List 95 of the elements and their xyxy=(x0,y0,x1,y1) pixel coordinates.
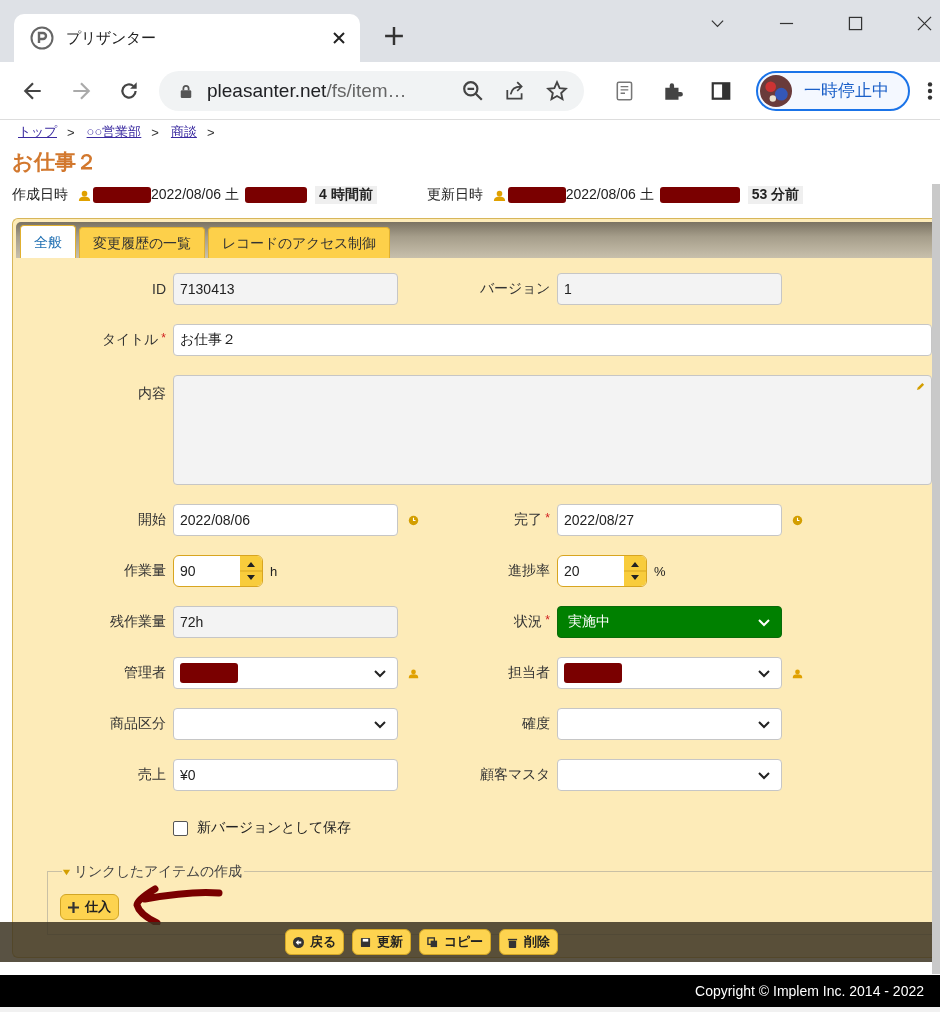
copyright-text: Copyright © Implem Inc. 2014 - 2022 xyxy=(695,983,924,999)
user-icon xyxy=(78,188,91,202)
readonly-field: 72h xyxy=(173,606,398,638)
copy-icon xyxy=(426,936,438,948)
chevron-icon xyxy=(757,616,771,628)
back-button[interactable]: 戻る xyxy=(284,929,344,955)
breadcrumb-link[interactable]: トップ xyxy=(18,123,57,141)
chevron-icon xyxy=(757,667,771,679)
dropdown-value: 実施中 xyxy=(568,613,611,631)
profile-button[interactable]: 一時停止中 xyxy=(756,70,910,111)
menu-icon[interactable] xyxy=(926,79,934,102)
unit-label: h xyxy=(270,563,278,579)
copy-button[interactable]: コピー xyxy=(418,929,491,955)
input-field[interactable]: ¥0 xyxy=(173,759,398,791)
tab[interactable]: 全般 xyxy=(20,225,76,258)
tab[interactable]: 変更履歴の一覧 xyxy=(79,227,205,258)
plus-icon xyxy=(68,901,79,913)
meta-date: 2022/08/06 土 xyxy=(565,186,654,204)
field-label: 残作業量 xyxy=(110,613,166,629)
field-label: 開始 xyxy=(138,511,166,527)
date-field[interactable]: 2022/08/06 xyxy=(173,504,398,536)
dropdown[interactable]: 実施中 xyxy=(557,606,782,638)
field-label: 内容 xyxy=(138,385,166,401)
chevron-icon xyxy=(373,718,387,730)
add-button[interactable]: 仕入 xyxy=(60,894,119,920)
browser-tab[interactable]: プリザンター xyxy=(14,14,360,62)
redaction-mark xyxy=(244,187,307,203)
new-tab-icon[interactable] xyxy=(384,26,404,46)
breadcrumb-link[interactable]: 商談 xyxy=(170,123,197,141)
address-bar[interactable]: pleasanter.net/fs/item… xyxy=(159,70,584,111)
field-label: 管理者 xyxy=(124,664,166,680)
close-icon[interactable] xyxy=(917,16,932,31)
close-icon[interactable] xyxy=(332,31,346,45)
side-panel-icon[interactable] xyxy=(710,79,732,102)
star-icon[interactable] xyxy=(546,79,568,102)
redaction-mark xyxy=(507,187,566,203)
field-label: 進捗率 xyxy=(508,562,550,578)
dropdown[interactable] xyxy=(557,657,782,689)
meta-label: 作成日時 xyxy=(12,186,68,204)
number-spinner[interactable]: 90 xyxy=(173,555,263,587)
update-button[interactable]: 更新 xyxy=(351,929,411,955)
field-label: 担当者 xyxy=(508,664,550,680)
zoom-out-icon[interactable] xyxy=(462,79,484,102)
field-label: 商品区分 xyxy=(110,715,166,731)
meta-label: 更新日時 xyxy=(426,186,483,204)
field-label: タイトル xyxy=(102,331,159,347)
field-label: 売上 xyxy=(138,766,166,782)
relative-time: 4 時間前 xyxy=(314,186,377,204)
user-icon xyxy=(492,188,506,202)
redaction-mark xyxy=(93,187,151,203)
lock-icon xyxy=(179,83,193,98)
meta-date: 2022/08/06 土 xyxy=(151,186,239,204)
scrollbar[interactable] xyxy=(932,184,940,974)
field-label: 確度 xyxy=(522,715,550,731)
fieldset-legend: リンクしたアイテムの作成 xyxy=(74,863,242,881)
chevron-icon xyxy=(757,718,771,730)
checkbox[interactable] xyxy=(173,820,188,836)
avatar-icon xyxy=(760,74,792,107)
field-label: 状況 xyxy=(514,613,543,629)
field-label: 顧客マスタ xyxy=(480,766,550,782)
field-label: 作業量 xyxy=(124,562,166,578)
required-mark: * xyxy=(545,511,550,525)
field-label: バージョン xyxy=(480,280,550,296)
tab[interactable]: レコードのアクセス制御 xyxy=(208,227,390,258)
required-mark: * xyxy=(161,331,166,345)
readonly-field: 1 xyxy=(557,273,782,305)
delete-button[interactable]: 削除 xyxy=(498,929,558,955)
breadcrumb-separator: > xyxy=(151,124,159,140)
page-title: お仕事２ xyxy=(12,149,98,175)
chevron-icon xyxy=(373,667,387,679)
url-text: pleasanter.net/fs/item… xyxy=(207,79,408,102)
reload-icon[interactable] xyxy=(118,79,140,102)
breadcrumb-separator: > xyxy=(206,124,215,140)
field-label: ID xyxy=(152,281,166,297)
maximize-icon[interactable] xyxy=(848,16,863,31)
number-spinner[interactable]: 20 xyxy=(557,555,647,587)
required-mark: * xyxy=(545,613,550,627)
share-icon[interactable] xyxy=(504,79,526,102)
breadcrumb-link[interactable]: ○○営業部 xyxy=(86,123,142,141)
spin-arrows-icon[interactable] xyxy=(624,556,646,586)
relative-time: 53 分前 xyxy=(747,186,804,204)
unit-label: % xyxy=(654,563,666,579)
trash-icon xyxy=(506,936,518,948)
logo-icon xyxy=(30,26,54,50)
input-field[interactable]: お仕事２ xyxy=(173,324,932,356)
checkbox-label: 新バージョンとして保存 xyxy=(197,819,351,837)
readonly-field: 7130413 xyxy=(173,273,398,305)
breadcrumb-separator: > xyxy=(67,124,75,140)
chevron-icon xyxy=(757,769,771,781)
spin-arrows-icon[interactable] xyxy=(240,556,262,586)
field-label: 完了 xyxy=(514,511,543,527)
save-icon xyxy=(359,936,371,948)
date-field[interactable]: 2022/08/27 xyxy=(557,504,782,536)
back-icon xyxy=(292,936,304,948)
dropdown[interactable] xyxy=(173,657,398,689)
